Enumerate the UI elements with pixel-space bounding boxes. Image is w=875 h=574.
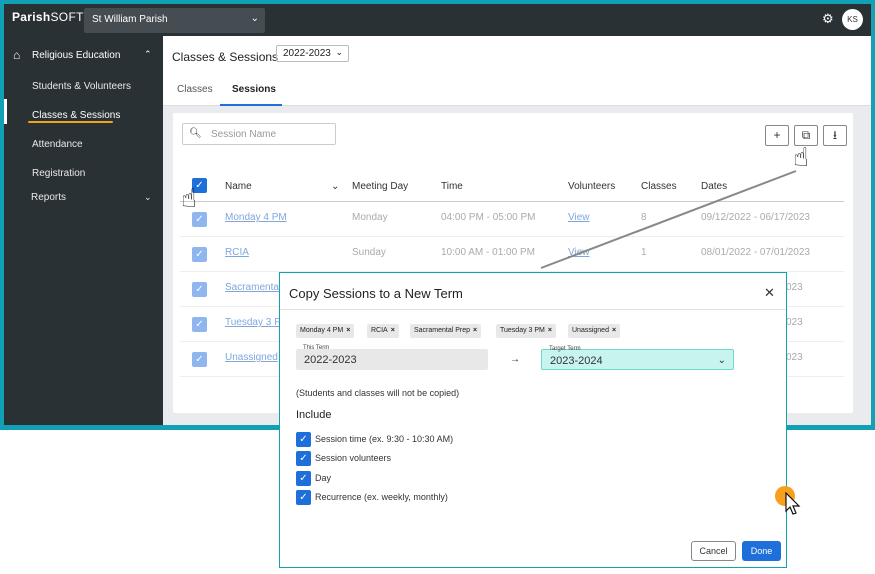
option-label: Recurrence (ex. weekly, monthly) [315,492,448,502]
session-chip[interactable]: RCIA × [367,324,399,338]
include-heading: Include [296,409,332,421]
this-term-field: This Term 2022-2023 [296,345,488,370]
option-label: Session time (ex. 9:30 - 10:30 AM) [315,434,454,444]
checkbox[interactable]: ✓ [296,432,311,447]
chip-label: Monday 4 PM [300,327,344,334]
checkbox[interactable]: ✓ [296,471,311,486]
target-term-value: 2023-2024 [550,355,603,367]
pointer-hand-icon: ☝ [793,142,809,172]
remove-chip-icon[interactable]: × [346,327,350,334]
close-icon[interactable]: ✕ [764,285,775,301]
option-label: Day [315,473,332,483]
checkbox[interactable]: ✓ [296,451,311,466]
session-chip[interactable]: Unassigned × [568,324,621,338]
remove-chip-icon[interactable]: × [473,327,477,334]
this-term-value: 2022-2023 [304,354,357,366]
copy-note: (Students and classes will not be copied… [296,388,460,398]
dialog-divider [280,309,786,310]
session-chip[interactable]: Tuesday 3 PM × [496,324,556,338]
remove-chip-icon[interactable]: × [391,327,395,334]
this-term-label: This Term [303,345,330,351]
chevron-down-icon: ⌄ [717,355,726,366]
session-chip[interactable]: Sacramental Prep × [410,324,482,338]
target-term-label: Target Term [549,346,581,352]
remove-chip-icon[interactable]: × [612,327,616,334]
pointer-hand-icon: ☝ [181,183,197,213]
chip-label: Tuesday 3 PM [500,327,545,334]
arrow-right-icon: → [510,354,520,365]
copy-sessions-dialog: Copy Sessions to a New Term ✕ Monday 4 P… [279,272,787,568]
chip-label: RCIA [371,327,388,334]
target-term-select[interactable]: Target Term 2023-2024 ⌄ [541,346,734,370]
session-chip[interactable]: Monday 4 PM × [296,324,355,338]
option-label: Session volunteers [315,453,392,463]
checkbox[interactable]: ✓ [296,490,311,505]
remove-chip-icon[interactable]: × [548,327,552,334]
dialog-title: Copy Sessions to a New Term [289,286,463,301]
chip-label: Unassigned [572,327,609,334]
chip-label: Sacramental Prep [414,327,471,334]
done-button[interactable]: Done [742,541,781,561]
mouse-cursor-icon [785,492,801,515]
cancel-button[interactable]: Cancel [691,541,736,561]
